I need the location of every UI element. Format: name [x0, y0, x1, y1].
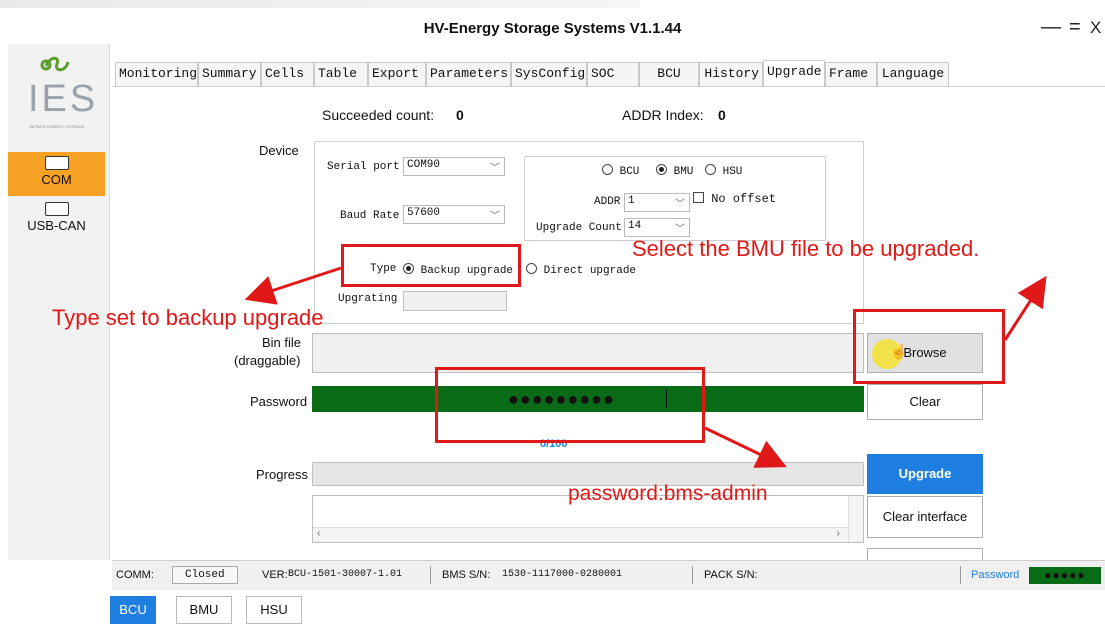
bottom-tab-hsu[interactable]: HSU — [246, 596, 302, 624]
status-bar: COMM: Closed VER: BCU-1501-30007-1.01 BM… — [112, 560, 1105, 590]
arrow-browse — [1003, 275, 1047, 341]
bottom-tab-bmu[interactable]: BMU — [176, 596, 232, 624]
arrow-password — [704, 426, 787, 468]
bms-sn-value: 1530-1117000-0280001 — [502, 569, 623, 580]
comm-label: COMM: — [116, 569, 154, 581]
status-password-field[interactable]: ●●●●● — [1029, 567, 1101, 584]
status-password-label: Password — [971, 569, 1020, 581]
divider — [430, 566, 431, 584]
arrow-type — [244, 266, 342, 305]
divider — [692, 566, 693, 584]
comm-status: Closed — [172, 566, 238, 584]
annotation-arrows — [244, 266, 1047, 468]
bms-sn-label: BMS S/N: — [442, 569, 491, 581]
divider — [960, 566, 961, 584]
pack-sn-label: PACK S/N: — [704, 569, 758, 581]
bottom-tab-bcu[interactable]: BCU — [110, 596, 156, 624]
ver-value: BCU-1501-30007-1.01 — [288, 569, 403, 580]
ver-label: VER: — [262, 569, 288, 581]
